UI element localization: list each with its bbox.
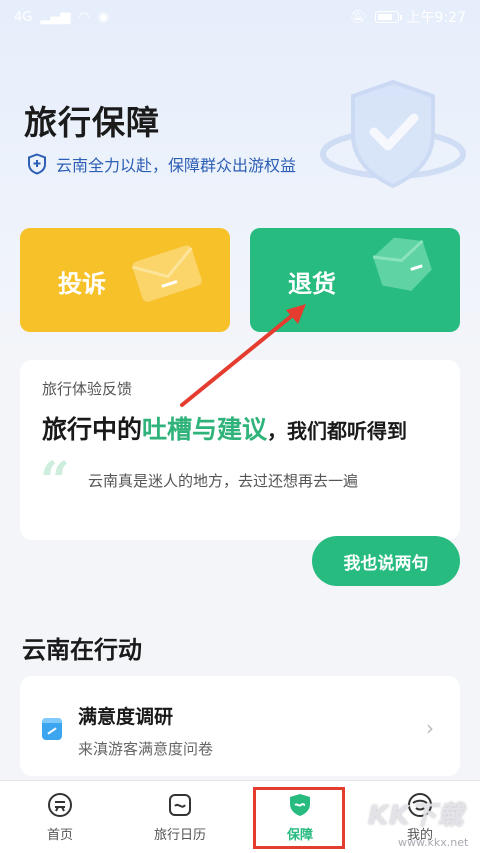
mute-icon: 🔕︎: [350, 9, 367, 25]
tab-calendar[interactable]: 旅行日历: [120, 781, 240, 853]
watermark-logo: KK下载: [368, 801, 465, 831]
chevron-right-icon: ›: [426, 716, 434, 740]
status-bar: 4G ▂▄▆ ◠ ◉ 🔕︎ 上午9:27: [0, 0, 480, 34]
network-type-label: 4G: [14, 9, 33, 25]
survey-item[interactable]: 满意度调研 来滇游客满意度问卷 ›: [20, 676, 460, 776]
tab-home[interactable]: 首页: [0, 781, 120, 853]
complaint-label: 投诉: [58, 270, 106, 298]
feedback-label: 旅行体验反馈: [42, 380, 133, 398]
headline-highlight: 吐槽与建议: [142, 415, 268, 444]
shield-icon: [290, 793, 310, 816]
section-title: 云南在行动: [22, 636, 142, 664]
say-something-button[interactable]: 我也说两句: [312, 536, 460, 586]
battery-icon: [374, 11, 402, 23]
status-time: 上午9:27: [406, 10, 466, 26]
quote-icon: “: [40, 451, 70, 512]
subtitle-text: 云南全力以赴，保障群众出游权益: [56, 156, 297, 175]
envelope-icon: [131, 245, 202, 302]
box-icon: [372, 237, 432, 291]
tab-calendar-label: 旅行日历: [153, 827, 206, 843]
tab-guarantee-label: 保障: [286, 827, 313, 843]
home-icon: [48, 792, 72, 817]
tab-home-label: 首页: [46, 827, 73, 843]
page-title: 旅行保障: [24, 103, 160, 142]
tab-guarantee[interactable]: 保障: [240, 781, 360, 853]
feedback-card: 旅行体验反馈 旅行中的吐槽与建议，我们都听得到 “ 云南真是迷人的地方，去过还想…: [20, 360, 460, 540]
survey-subtitle: 来滇游客满意度问卷: [78, 740, 214, 758]
clipboard-icon: [42, 718, 62, 740]
return-label: 退货: [288, 270, 336, 298]
status-right: 🔕︎ 上午9:27: [350, 7, 466, 27]
shield-icon: [28, 153, 46, 175]
headline-prefix: 旅行中的: [42, 415, 143, 444]
watermark-url: www.kkx.net: [398, 836, 469, 849]
headline-suffix: ，我们都听得到: [267, 419, 408, 443]
return-card[interactable]: 退货: [250, 228, 460, 332]
wechat-icon: ◉: [97, 9, 110, 25]
signal-icon: ▂▄▆: [40, 9, 71, 25]
page-subtitle: 云南全力以赴，保障群众出游权益: [26, 152, 296, 176]
status-left: 4G ▂▄▆ ◠ ◉: [14, 10, 109, 25]
survey-title: 满意度调研: [78, 706, 174, 728]
calendar-icon: [169, 793, 191, 816]
feedback-headline: 旅行中的吐槽与建议，我们都听得到: [42, 410, 407, 446]
wifi-icon: ◠: [78, 9, 90, 25]
feedback-quote: 云南真是迷人的地方，去过还想再去一遍: [88, 472, 359, 490]
hero-shield-icon: [320, 79, 466, 189]
complaint-card[interactable]: 投诉: [20, 228, 230, 332]
